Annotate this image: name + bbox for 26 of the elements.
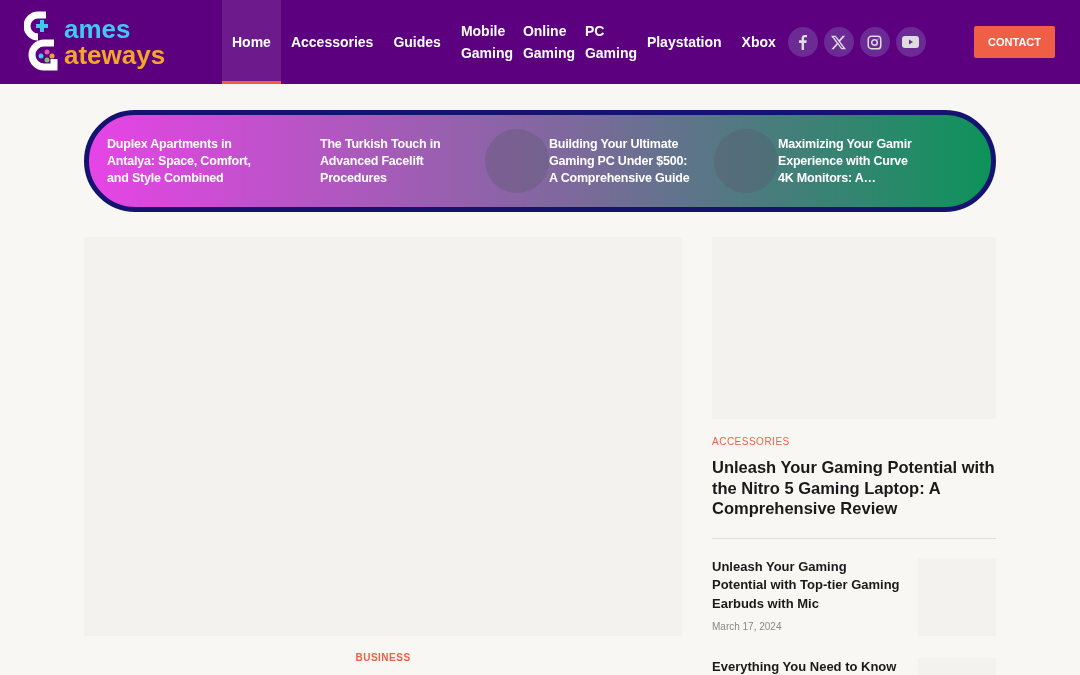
nav-link[interactable]: Online Gaming bbox=[512, 0, 575, 84]
facebook-icon bbox=[798, 34, 807, 50]
nav-link[interactable]: Playstation bbox=[636, 0, 732, 84]
post-title[interactable]: Unleash Your Gaming Potential with the Nitro 5 Gaming Laptop: A Comprehensive Review bbox=[712, 457, 996, 519]
nav-link[interactable]: Home bbox=[222, 0, 281, 84]
nav-link[interactable]: Accessories bbox=[280, 0, 384, 84]
nav-link[interactable]: Xbox bbox=[731, 0, 786, 84]
x-logo-icon bbox=[831, 34, 847, 50]
ticker-headline[interactable]: Duplex Apartments in Antalya: Space, Comfort, and Style Combined bbox=[107, 135, 252, 187]
social-link[interactable] bbox=[787, 27, 818, 57]
nav-link[interactable]: Mobile Gaming bbox=[450, 0, 513, 84]
logo-text: ames bbox=[64, 16, 132, 42]
nav-link[interactable]: PC Gaming bbox=[574, 0, 637, 84]
social-link[interactable] bbox=[823, 27, 854, 57]
nav-link[interactable]: Guides bbox=[383, 0, 451, 84]
ticker-headline[interactable]: Building Your Ultimate Gaming PC Under $500: A Comprehensive Guide bbox=[549, 135, 694, 187]
youtube-icon bbox=[902, 36, 920, 48]
ticker-headline[interactable]: Maximizing Your Gamir Experience with Curve 4K Monitors: A… bbox=[778, 135, 923, 187]
post-title[interactable]: Everything You Need to Know bbox=[712, 657, 904, 675]
post-date: March 17, 2024 bbox=[712, 621, 783, 632]
logo-text: ateways bbox=[64, 42, 166, 68]
post-title[interactable]: Unleash Your Gaming Potential with Top-tier Gaming Earbuds with Mic bbox=[712, 557, 904, 613]
social-link[interactable] bbox=[859, 27, 890, 57]
ticker-headline[interactable]: The Turkish Touch in Advanced Facelift Procedures bbox=[320, 135, 465, 187]
social-link[interactable] bbox=[895, 27, 926, 57]
instagram-icon bbox=[867, 34, 883, 50]
